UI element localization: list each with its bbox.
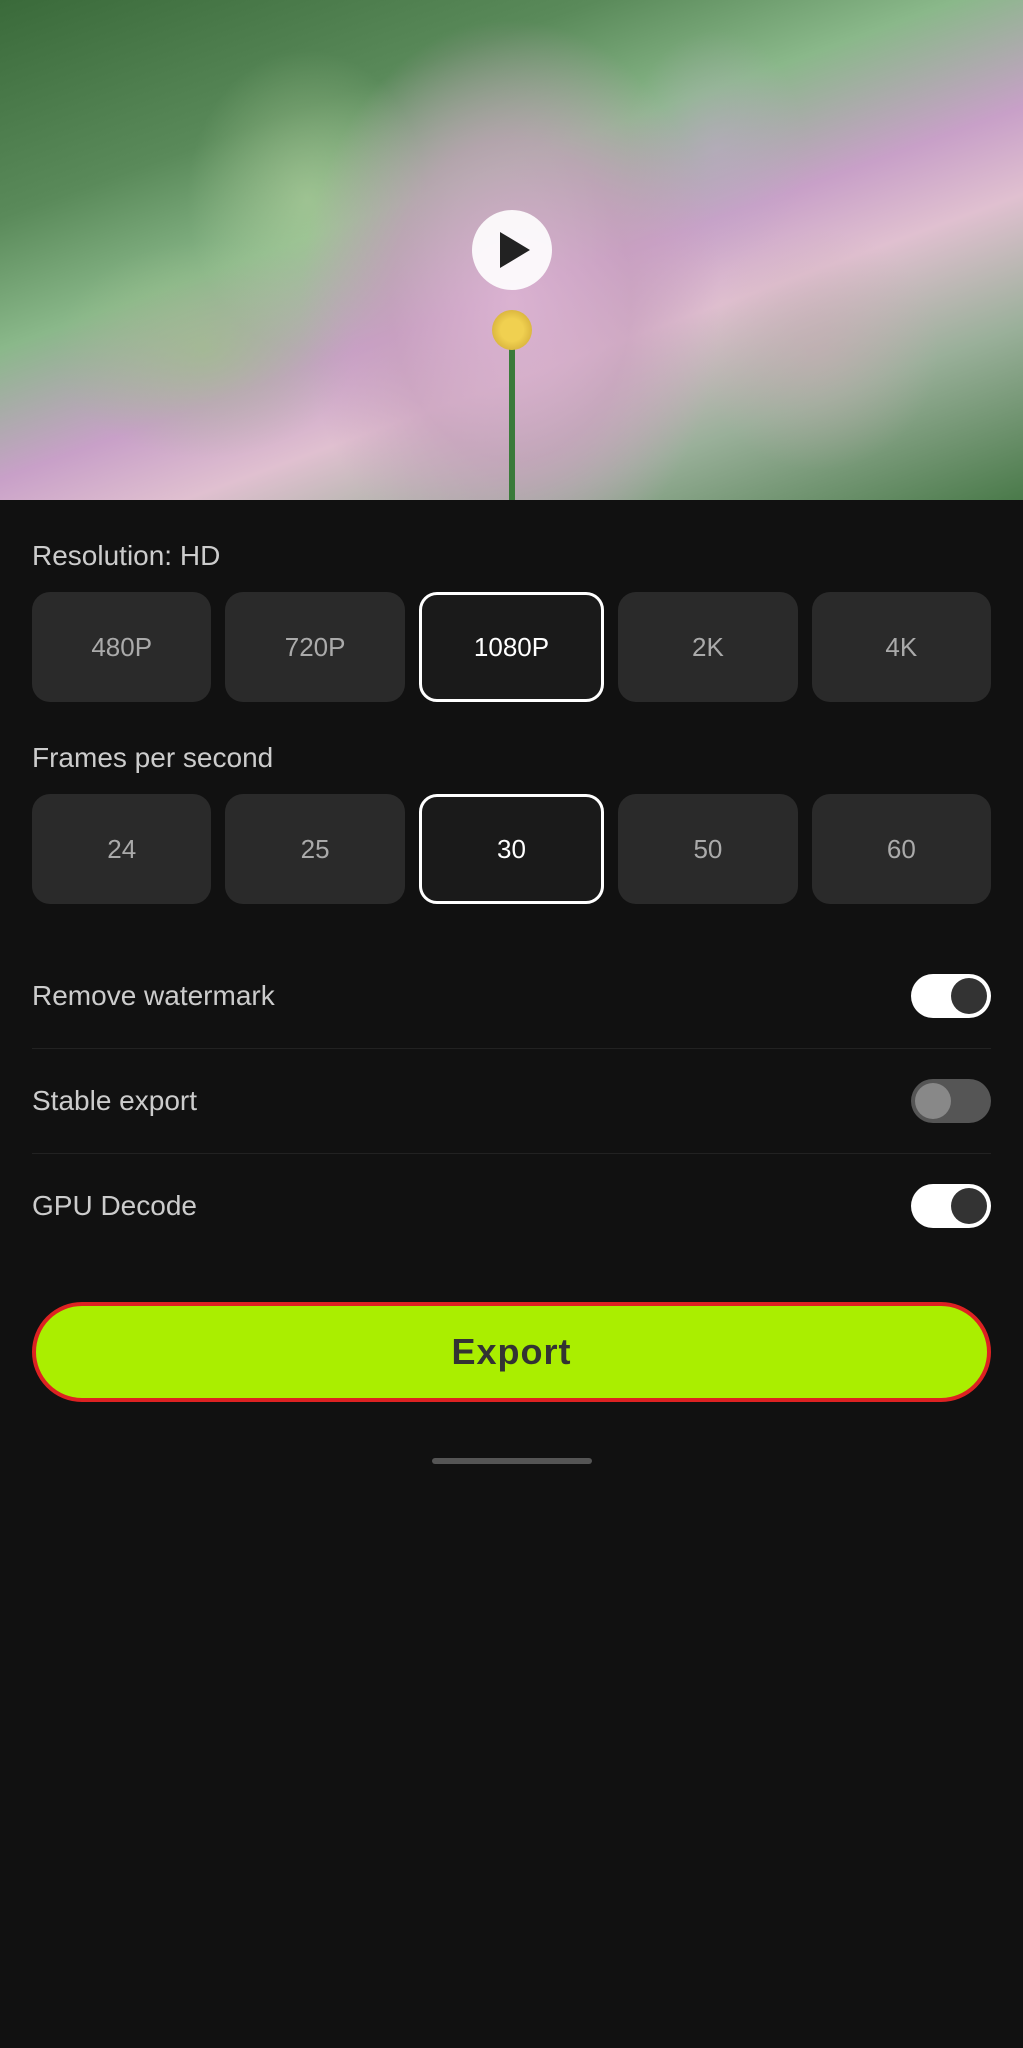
- fps-24[interactable]: 24: [32, 794, 211, 904]
- home-indicator: [0, 1442, 1023, 1494]
- resolution-4k[interactable]: 4K: [812, 592, 991, 702]
- home-bar: [432, 1458, 592, 1464]
- gpu-decode-row: GPU Decode: [32, 1154, 991, 1258]
- toggle-knob-gpu: [951, 1188, 987, 1224]
- fps-section: Frames per second 24 25 30 50 60: [32, 742, 991, 904]
- fps-30[interactable]: 30: [419, 794, 604, 904]
- play-icon: [500, 232, 530, 268]
- remove-watermark-label: Remove watermark: [32, 980, 275, 1012]
- resolution-1080p[interactable]: 1080P: [419, 592, 604, 702]
- remove-watermark-row: Remove watermark: [32, 944, 991, 1049]
- export-button[interactable]: Export: [32, 1302, 991, 1402]
- export-section: Export: [0, 1278, 1023, 1442]
- resolution-section: Resolution: HD 480P 720P 1080P 2K 4K: [32, 540, 991, 702]
- toggle-knob-watermark: [951, 978, 987, 1014]
- resolution-label: Resolution: HD: [32, 540, 991, 572]
- toggle-knob-stable: [915, 1083, 951, 1119]
- play-button[interactable]: [472, 210, 552, 290]
- fps-50[interactable]: 50: [618, 794, 797, 904]
- resolution-2k[interactable]: 2K: [618, 592, 797, 702]
- controls-section: Resolution: HD 480P 720P 1080P 2K 4K Fra…: [0, 500, 1023, 1278]
- stable-export-label: Stable export: [32, 1085, 197, 1117]
- video-preview[interactable]: [0, 0, 1023, 500]
- fps-60[interactable]: 60: [812, 794, 991, 904]
- resolution-options: 480P 720P 1080P 2K 4K: [32, 592, 991, 702]
- resolution-720p[interactable]: 720P: [225, 592, 404, 702]
- gpu-decode-label: GPU Decode: [32, 1190, 197, 1222]
- fps-25[interactable]: 25: [225, 794, 404, 904]
- fps-options: 24 25 30 50 60: [32, 794, 991, 904]
- stable-export-toggle[interactable]: [911, 1079, 991, 1123]
- gpu-decode-toggle[interactable]: [911, 1184, 991, 1228]
- resolution-480p[interactable]: 480P: [32, 592, 211, 702]
- fps-label: Frames per second: [32, 742, 991, 774]
- stable-export-row: Stable export: [32, 1049, 991, 1154]
- remove-watermark-toggle[interactable]: [911, 974, 991, 1018]
